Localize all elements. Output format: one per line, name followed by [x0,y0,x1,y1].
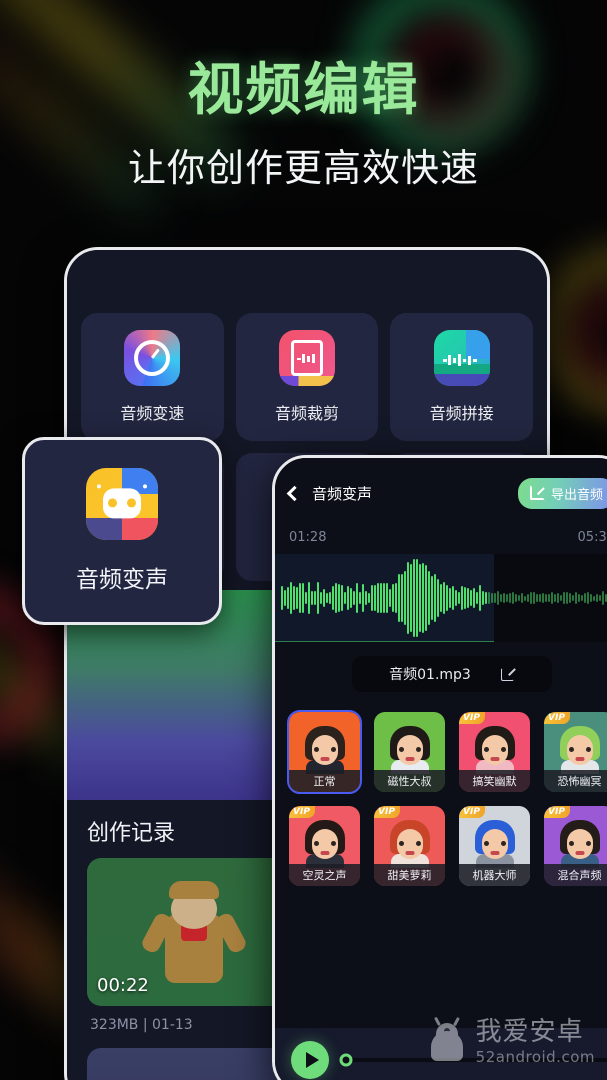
file-name-chip[interactable]: 音频01.mp3 [352,656,552,692]
vip-badge: VIP [544,712,570,724]
export-audio-button[interactable]: 导出音频 [517,477,607,509]
export-button-label: 导出音频 [550,487,603,503]
voice-preset-cell-4[interactable]: VIP 空灵之声 [287,804,362,888]
screen-header: 音频变声 导出音频 [275,476,607,510]
progress-knob[interactable] [339,1053,353,1067]
purple-thumb [87,1048,300,1080]
tool-tile-audio-merge[interactable]: 音频拼接 [390,313,533,441]
record-meta-row: 323MB | 01-13 [87,1015,300,1034]
watermark-en: 52android.com [475,1048,595,1066]
watermark-cn: 我爱安卓 [475,1017,584,1047]
headline-title: 视频编辑 [187,58,420,123]
play-icon[interactable] [291,1041,329,1079]
edit-icon[interactable] [500,667,515,681]
vip-badge: VIP [374,806,400,818]
front-phone-mockup: 音频变声 导出音频 01:28 05:34 音频01.mp3 正常磁性大叔 VIP… [272,455,607,1080]
voice-changer-screen: 音频变声 导出音频 01:28 05:34 音频01.mp3 正常磁性大叔 VIP… [275,458,607,1080]
voice-preset-cell-0[interactable]: 正常 [287,710,362,794]
waveform-merge-icon [433,330,490,386]
voice-preset-label: 磁性大叔 [374,770,445,792]
voice-preset-cell-7[interactable]: VIP 混合声频 [542,804,607,888]
timeline-times: 01:28 05:34 [289,530,607,545]
dog-costume-thumb: 00:22 [87,858,300,1006]
tool-label: 音频拼接 [429,404,494,423]
tool-tile-audio-speed[interactable]: 音频变速 [81,313,224,441]
avatar-face [474,819,515,868]
export-icon [529,485,545,500]
record-card[interactable] [87,1048,300,1080]
timeline-start-time: 01:28 [289,530,327,545]
callout-label: 音频变声 [76,567,168,593]
vip-badge: VIP [544,806,570,818]
decor-ring [575,290,607,385]
scissors-file-icon [278,330,335,386]
voice-preset-label: 甜美萝莉 [374,864,445,886]
tool-label: 音频变速 [120,404,185,423]
voice-preset-label: 正常 [289,770,360,792]
file-name-label: 音频01.mp3 [389,667,471,683]
voice-preset-grid: 正常 磁性大叔 VIP 搞笑幽默 VIP 恐怖幽冥 VIP 空灵之声 VIP 甜美萝莉 VIP 机器大… [287,710,607,888]
avatar-face [559,819,600,868]
voice-preset-label: 混合声频 [544,864,607,886]
voice-preset-label: 机器大师 [459,864,530,886]
tool-grid-row1: 音频变速 音频裁剪 音频拼接 [81,313,533,441]
avatar-face [389,819,430,868]
voice-preset-label: 空灵之声 [289,864,360,886]
voice-preset-cell-3[interactable]: VIP 恐怖幽冥 [542,710,607,794]
back-chevron-icon[interactable] [286,485,303,501]
dog-illustration [139,879,248,991]
watermark: 我爱安卓 52android.com [427,1011,595,1066]
headline-subtitle: 让你创作更高效快速 [127,145,479,190]
record-card[interactable]: 00:22 323MB | 01-13 [87,858,300,1034]
vip-badge: VIP [459,806,485,818]
record-duration: 00:22 [97,975,149,996]
voice-preset-cell-6[interactable]: VIP 机器大师 [457,804,532,888]
avatar-face [559,725,600,774]
tool-tile-audio-trim[interactable]: 音频裁剪 [235,313,379,441]
decor-ring [540,250,607,410]
android-robot-icon [427,1016,467,1061]
speed-clock-icon [124,330,181,386]
voice-preset-cell-1[interactable]: 磁性大叔 [372,710,447,794]
voice-preset-cell-2[interactable]: VIP 搞笑幽默 [457,710,532,794]
robot-voice-icon [86,468,158,540]
records-section-title: 创作记录 [87,821,176,846]
record-meta: 323MB | 01-13 [90,1016,193,1033]
voice-preset-label: 恐怖幽冥 [544,770,607,792]
avatar-face [389,725,430,774]
vip-badge: VIP [289,806,315,818]
timeline-end-time: 05:34 [577,530,607,545]
voice-preset-cell-5[interactable]: VIP 甜美萝莉 [372,804,447,888]
waveform-bars [281,554,607,642]
screen-title: 音频变声 [312,484,373,503]
vip-badge: VIP [459,712,485,724]
avatar-face [304,819,345,868]
voice-preset-label: 搞笑幽默 [459,770,530,792]
avatar-face [474,725,515,774]
callout-card-voice-changer[interactable]: 音频变声 [22,437,222,625]
avatar-face [304,725,345,774]
headline-block: 视频编辑 让你创作更高效快速 [0,58,607,192]
poster-root: 视频编辑 让你创作更高效快速 音频变速 音频裁剪 音频拼接 创作记录 00:22… [0,0,607,1080]
tool-label: 音频裁剪 [274,404,339,423]
watermark-text: 我爱安卓 52android.com [476,1011,595,1066]
waveform-area[interactable] [275,554,607,642]
